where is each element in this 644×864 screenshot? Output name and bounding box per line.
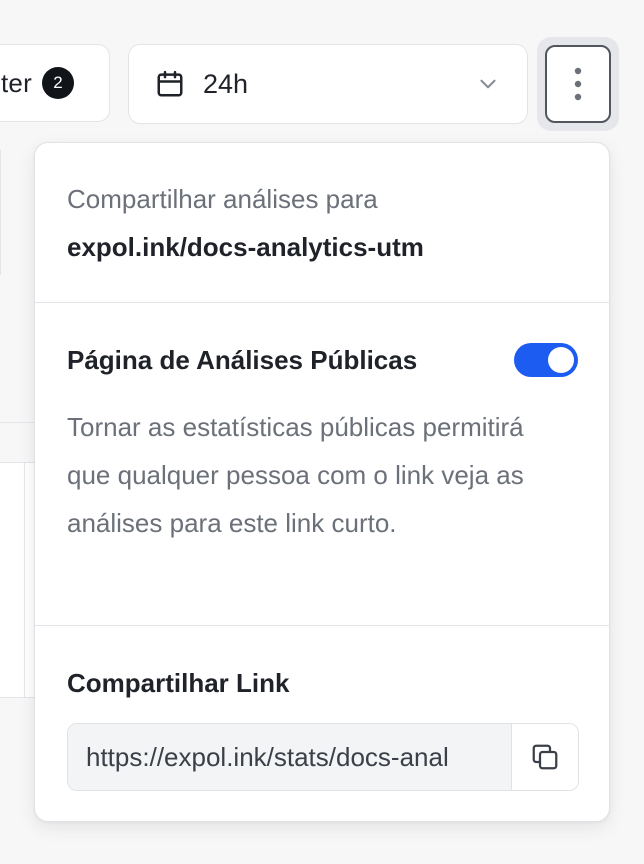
chevron-down-icon xyxy=(480,79,496,89)
more-options-button[interactable] xyxy=(545,45,611,123)
share-link-box: https://expol.ink/stats/docs-anal xyxy=(67,723,579,791)
share-link-section: Compartilhar Link https://expol.ink/stat… xyxy=(35,626,609,822)
share-target-link: expol.ink/docs-analytics-utm xyxy=(67,232,424,262)
background-divider xyxy=(0,150,1,275)
filter-button[interactable]: ter 2 xyxy=(0,44,110,122)
public-analytics-title: Página de Análises Públicas xyxy=(67,345,418,375)
calendar-icon xyxy=(157,70,183,97)
filter-button-label: ter xyxy=(1,67,32,98)
date-range-select[interactable]: 24h xyxy=(128,44,528,124)
share-link-field[interactable]: https://expol.ink/stats/docs-anal xyxy=(68,724,511,790)
more-options-focus-ring xyxy=(537,37,619,131)
public-analytics-toggle[interactable] xyxy=(514,343,578,377)
share-caption: Compartilhar análises para xyxy=(67,184,378,214)
public-analytics-section: Página de Análises Públicas Tornar as es… xyxy=(35,303,609,626)
toggle-knob xyxy=(548,347,574,373)
share-link-title: Compartilhar Link xyxy=(67,668,290,698)
share-analytics-popover: Compartilhar análises para expol.ink/doc… xyxy=(34,142,610,822)
copy-icon xyxy=(532,744,558,770)
more-vertical-icon xyxy=(574,67,582,101)
public-analytics-description: Tornar as estatísticas públicas permitir… xyxy=(67,412,524,538)
filter-count-badge: 2 xyxy=(41,67,74,99)
share-header-section: Compartilhar análises para expol.ink/doc… xyxy=(35,143,609,303)
background-divider xyxy=(24,462,25,697)
date-range-value: 24h xyxy=(203,68,249,99)
page: ter 2 24h Compartilhar análises para exp… xyxy=(0,0,644,864)
copy-link-button[interactable] xyxy=(511,724,578,790)
